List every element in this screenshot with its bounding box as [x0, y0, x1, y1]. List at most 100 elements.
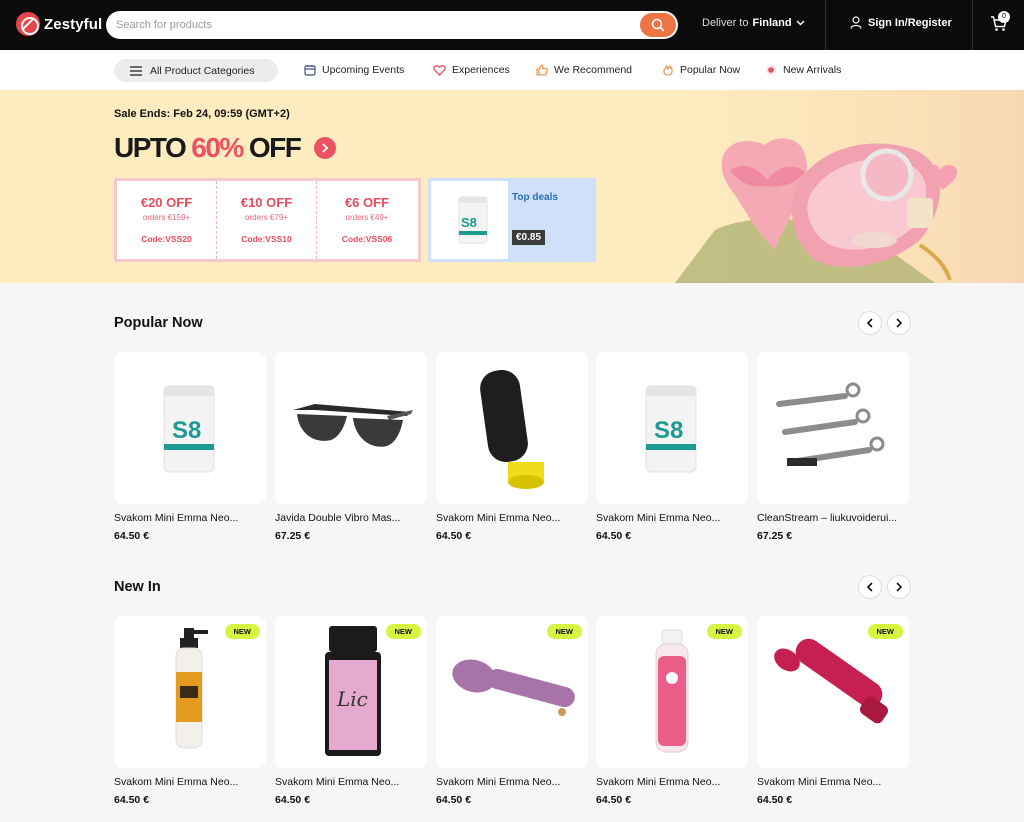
- coupon-card[interactable]: €20 OFF orders €159+ Code:VSS20: [117, 181, 217, 259]
- product-name: Svakom Mini Emma Neo...: [114, 512, 239, 524]
- search-bar: [106, 11, 678, 39]
- new-in-next-button[interactable]: [887, 575, 911, 599]
- product-card[interactable]: NEW Svakom Mini Emma Neo... 64.50 €: [114, 616, 266, 806]
- supplement-jar-icon: S8: [645, 385, 697, 473]
- product-image: [757, 352, 909, 504]
- coupon-minimum: orders €79+: [245, 213, 288, 222]
- coupon-card[interactable]: €10 OFF orders €79+ Code:VSS10: [217, 181, 317, 259]
- product-image: NEW: [436, 616, 588, 768]
- menu-icon: [130, 65, 142, 76]
- nav-we-recommend[interactable]: We Recommend: [536, 64, 632, 76]
- product-price: 64.50 €: [114, 530, 150, 542]
- product-image: NEW: [114, 616, 266, 768]
- top-deals-card[interactable]: S8 Top deals €0.85: [428, 178, 596, 262]
- sale-end-text: Sale Ends: Feb 24, 09:59 (GMT+2): [114, 108, 290, 120]
- sunglasses-icon: [293, 404, 413, 447]
- supplement-jar-icon: S8: [458, 196, 488, 244]
- cart-count-badge: 0: [998, 11, 1010, 23]
- upto-prefix: UPTO: [114, 132, 187, 163]
- coupon-code: Code:VSS20: [141, 234, 192, 244]
- header-divider: [972, 0, 973, 50]
- coupon-strip: €20 OFF orders €159+ Code:VSS20 €10 OFF …: [114, 178, 421, 262]
- product-price: 64.50 €: [757, 794, 793, 806]
- black-canister-icon: [480, 369, 544, 489]
- all-categories-label: All Product Categories: [150, 64, 255, 77]
- banner-gift-image: [675, 90, 1024, 283]
- product-name: Svakom Mini Emma Neo...: [114, 776, 239, 788]
- upto-suffix: OFF: [248, 132, 302, 163]
- product-card[interactable]: S8 Svakom Mini Emma Neo... 64.50 €: [596, 352, 748, 542]
- coupon-code: Code:VSS06: [341, 234, 393, 244]
- section-title-popular: Popular Now: [114, 315, 203, 331]
- product-price: 64.50 €: [436, 530, 472, 542]
- brand-logo[interactable]: Zestyful: [16, 12, 102, 36]
- product-card[interactable]: Svakom Mini Emma Neo... 64.50 €: [436, 352, 588, 542]
- svg-text:Lic: Lic: [336, 687, 368, 711]
- deliver-label: Deliver to: [702, 17, 749, 29]
- chevron-right-icon: [896, 318, 903, 328]
- popular-prev-button[interactable]: [858, 311, 882, 335]
- svg-text:S8: S8: [654, 417, 683, 444]
- search-icon: [651, 18, 665, 32]
- coupon-amount: €6 OFF: [344, 195, 390, 210]
- product-image: [436, 352, 588, 504]
- category-nav: All Product Categories Upcoming Events E…: [0, 50, 1024, 90]
- coupon-code: Code:VSS10: [241, 234, 292, 244]
- user-icon: [850, 16, 862, 29]
- nav-experiences[interactable]: Experiences: [433, 64, 510, 76]
- nav-upcoming-events[interactable]: Upcoming Events: [304, 64, 404, 76]
- popular-next-button[interactable]: [887, 311, 911, 335]
- product-card[interactable]: NEW Svakom Mini Emma Neo... 64.50 €: [757, 616, 909, 806]
- product-name: Svakom Mini Emma Neo...: [596, 512, 721, 524]
- deliver-to-selector[interactable]: Deliver to Finland: [702, 17, 805, 29]
- new-badge: NEW: [706, 624, 742, 639]
- top-deals-label: Top deals: [512, 192, 558, 203]
- product-name: Svakom Mini Emma Neo...: [275, 776, 400, 788]
- nav-popular-now[interactable]: Popular Now: [662, 64, 740, 76]
- applicator-syringes-icon: [776, 382, 885, 466]
- search-button[interactable]: [640, 13, 676, 37]
- product-image: NEW: [757, 616, 909, 768]
- nav-label: Upcoming Events: [322, 64, 405, 76]
- nav-label: Experiences: [452, 64, 510, 76]
- chevron-left-icon: [866, 582, 873, 592]
- product-price: 64.50 €: [596, 530, 632, 542]
- product-card[interactable]: Lic NEW Svakom Mini Emma Neo... 64.50 €: [275, 616, 427, 806]
- top-deals-price: €0.85: [512, 230, 546, 245]
- supplement-jar-icon: S8: [163, 385, 215, 473]
- product-name: Svakom Mini Emma Neo...: [757, 776, 882, 788]
- new-badge: NEW: [224, 624, 260, 639]
- new-in-prev-button[interactable]: [858, 575, 882, 599]
- coupon-amount: €10 OFF: [240, 195, 293, 210]
- flame-icon: [663, 64, 673, 76]
- signin-label: Sign In/Register: [868, 16, 952, 29]
- deliver-country: Finland: [752, 17, 792, 29]
- product-price: 67.25 €: [275, 530, 311, 542]
- chevron-right-icon: [322, 143, 329, 153]
- product-name: CleanStream – liukuvoideruі...: [757, 512, 898, 524]
- product-card[interactable]: CleanStream – liukuvoideruі... 67.25 €: [757, 352, 909, 542]
- product-card[interactable]: NEW Svakom Mini Emma Neo... 64.50 €: [436, 616, 588, 806]
- svg-text:S8: S8: [172, 417, 201, 444]
- svg-text:S8: S8: [461, 215, 477, 230]
- sale-banner[interactable]: Sale Ends: Feb 24, 09:59 (GMT+2) UPTO 60…: [0, 90, 1024, 283]
- coupon-amount: €20 OFF: [140, 195, 193, 210]
- nav-new-arrivals[interactable]: New Arrivals: [765, 64, 841, 76]
- product-card[interactable]: S8 Svakom Mini Emma Neo... 64.50 €: [114, 352, 266, 542]
- sale-headline: UPTO 60% OFF: [114, 132, 337, 164]
- product-price: 64.50 €: [436, 794, 472, 806]
- product-image: S8: [114, 352, 266, 504]
- all-categories-button[interactable]: All Product Categories: [114, 59, 278, 82]
- coupon-minimum: orders €49+: [345, 213, 389, 222]
- product-card[interactable]: Javida Double Vibro Mas... 67.25 €: [275, 352, 427, 542]
- product-card[interactable]: NEW Svakom Mini Emma Neo... 64.50 €: [596, 616, 748, 806]
- search-input[interactable]: [116, 16, 616, 34]
- calendar-icon: [304, 65, 316, 76]
- signin-button[interactable]: Sign In/Register: [850, 16, 952, 29]
- thumbs-up-icon: [536, 64, 548, 76]
- chevron-down-icon: [796, 20, 805, 26]
- coupon-card[interactable]: €6 OFF orders €49+ Code:VSS06: [317, 181, 417, 259]
- sale-arrow-button[interactable]: [314, 137, 337, 159]
- header-divider: [825, 0, 826, 50]
- product-image: Lic NEW: [275, 616, 427, 768]
